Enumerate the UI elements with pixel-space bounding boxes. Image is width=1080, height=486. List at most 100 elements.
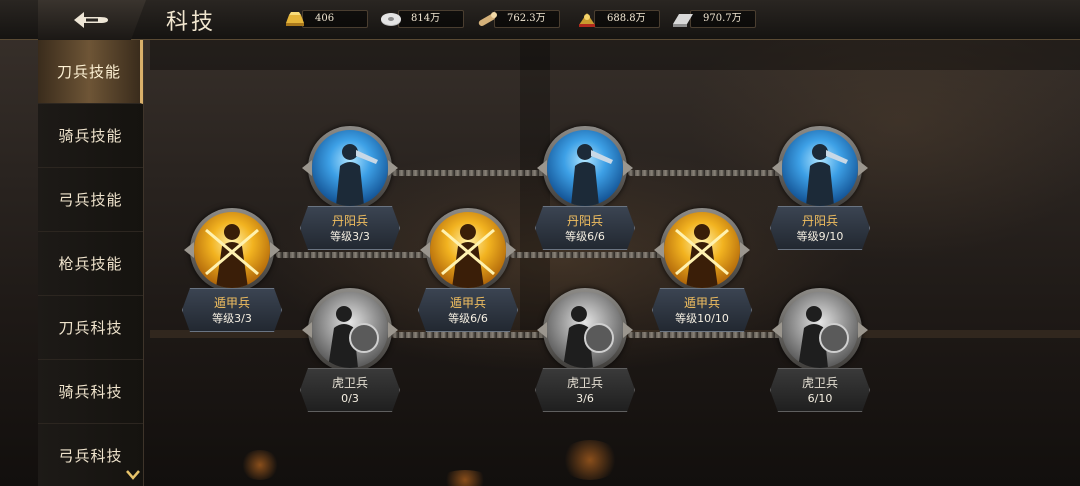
back-button[interactable] (38, 0, 146, 40)
skill-level: 等级6/6 (448, 311, 488, 325)
skill-portrait-frame (543, 288, 627, 372)
skill-label-plate: 虎卫兵 0/3 (300, 368, 400, 412)
skill-node-dunjia-1[interactable]: 遁甲兵 等级3/3 (182, 208, 282, 334)
skill-level: 3/6 (576, 391, 594, 405)
skill-node-huwei-3[interactable]: 虎卫兵 6/10 (770, 288, 870, 414)
skill-level: 6/10 (807, 391, 833, 405)
top-bar: 科技 406 814万 762.3万 688.8万 970.7万 (0, 0, 1080, 40)
food-icon (574, 8, 600, 30)
skill-name: 虎卫兵 (331, 375, 368, 390)
dunjia-soldier-icon (664, 212, 740, 288)
back-arrow-icon (74, 12, 108, 28)
skill-name: 遁甲兵 (683, 295, 720, 310)
page-title: 科技 (166, 10, 217, 35)
skill-name: 丹阳兵 (801, 213, 838, 228)
skill-node-dunjia-2[interactable]: 遁甲兵 等级6/6 (418, 208, 518, 334)
sidebar-item-cavalry-tech[interactable]: 骑兵科技 (38, 360, 143, 424)
chain-connector (276, 252, 430, 258)
resource-iron-value: 970.7万 (690, 10, 756, 28)
node-notch-right (270, 242, 280, 258)
resource-silver-value: 814万 (398, 10, 464, 28)
skill-level: 等级9/10 (796, 229, 844, 243)
node-notch-right (388, 322, 398, 338)
skill-level: 等级10/10 (675, 311, 729, 325)
ceiling-beam (150, 40, 1080, 70)
huwei-soldier-icon (782, 292, 858, 368)
skill-portrait-frame (660, 208, 744, 292)
danyang-soldier-icon (312, 130, 388, 206)
skill-portrait-frame (426, 208, 510, 292)
node-notch-left (537, 160, 547, 176)
node-notch-left (184, 242, 194, 258)
sidebar-item-saber-tech[interactable]: 刀兵科技 (38, 296, 143, 360)
resource-food-value: 688.8万 (594, 10, 660, 28)
skill-name: 丹阳兵 (331, 213, 368, 228)
skill-label-plate: 丹阳兵 等级3/3 (300, 206, 400, 250)
danyang-soldier-icon (782, 130, 858, 206)
sidebar-item-archer-skills[interactable]: 弓兵技能 (38, 168, 143, 232)
scroll-down-icon[interactable] (126, 470, 140, 480)
resource-food: 688.8万 (574, 8, 660, 30)
ember-glow (560, 440, 620, 480)
skill-portrait-frame (543, 126, 627, 210)
skill-portrait-frame (308, 126, 392, 210)
iron-ingot-icon (670, 8, 696, 30)
resource-gold-value: 406 (302, 10, 368, 28)
node-notch-right (506, 242, 516, 258)
skill-name: 遁甲兵 (449, 295, 486, 310)
skill-node-huwei-1[interactable]: 虎卫兵 0/3 (300, 288, 400, 414)
skill-name: 遁甲兵 (213, 295, 250, 310)
node-notch-right (388, 160, 398, 176)
sidebar-item-saber-skills[interactable]: 刀兵技能 (38, 40, 143, 104)
skill-level: 等级6/6 (565, 229, 605, 243)
skill-label-plate: 虎卫兵 3/6 (535, 368, 635, 412)
skill-level: 0/3 (341, 391, 359, 405)
node-notch-left (420, 242, 430, 258)
resource-gold: 406 (282, 8, 368, 30)
skill-name: 虎卫兵 (801, 375, 838, 390)
scroll-icon (474, 8, 500, 30)
skill-node-danyang-2[interactable]: 丹阳兵 等级6/6 (535, 126, 635, 252)
skill-name: 虎卫兵 (566, 375, 603, 390)
skill-node-dunjia-3[interactable]: 遁甲兵 等级10/10 (652, 208, 752, 334)
sidebar-item-cavalry-skills[interactable]: 骑兵技能 (38, 104, 143, 168)
danyang-soldier-icon (547, 130, 623, 206)
skill-node-huwei-2[interactable]: 虎卫兵 3/6 (535, 288, 635, 414)
category-sidebar: 刀兵技能 骑兵技能 弓兵技能 枪兵技能 刀兵科技 骑兵科技 弓兵科技 (38, 40, 144, 486)
dunjia-soldier-icon (194, 212, 270, 288)
node-notch-left (654, 242, 664, 258)
node-notch-left (772, 322, 782, 338)
gold-ingot-icon (282, 8, 308, 30)
node-notch-left (302, 322, 312, 338)
node-notch-right (623, 322, 633, 338)
node-notch-right (740, 242, 750, 258)
skill-label-plate: 遁甲兵 等级6/6 (418, 288, 518, 332)
silver-coin-icon (378, 8, 404, 30)
chain-connector (392, 170, 546, 176)
skill-label-plate: 遁甲兵 等级3/3 (182, 288, 282, 332)
node-notch-left (537, 322, 547, 338)
skill-node-danyang-1[interactable]: 丹阳兵 等级3/3 (300, 126, 400, 252)
skill-portrait-frame (778, 126, 862, 210)
dunjia-soldier-icon (430, 212, 506, 288)
skill-portrait-frame (190, 208, 274, 292)
resource-silver: 814万 (378, 8, 464, 30)
chain-connector (628, 170, 782, 176)
skill-label-plate: 丹阳兵 等级6/6 (535, 206, 635, 250)
resource-wood-value: 762.3万 (494, 10, 560, 28)
node-notch-left (772, 160, 782, 176)
resource-iron: 970.7万 (670, 8, 756, 30)
skill-level: 等级3/3 (330, 229, 370, 243)
skill-label-plate: 丹阳兵 等级9/10 (770, 206, 870, 250)
resource-wood: 762.3万 (474, 8, 560, 30)
node-notch-left (302, 160, 312, 176)
skill-name: 丹阳兵 (566, 213, 603, 228)
node-notch-right (858, 160, 868, 176)
huwei-soldier-icon (547, 292, 623, 368)
skill-node-danyang-3[interactable]: 丹阳兵 等级9/10 (770, 126, 870, 252)
huwei-soldier-icon (312, 292, 388, 368)
ember-glow (240, 450, 280, 480)
skill-portrait-frame (308, 288, 392, 372)
sidebar-item-spear-skills[interactable]: 枪兵技能 (38, 232, 143, 296)
ember-glow (440, 470, 490, 486)
